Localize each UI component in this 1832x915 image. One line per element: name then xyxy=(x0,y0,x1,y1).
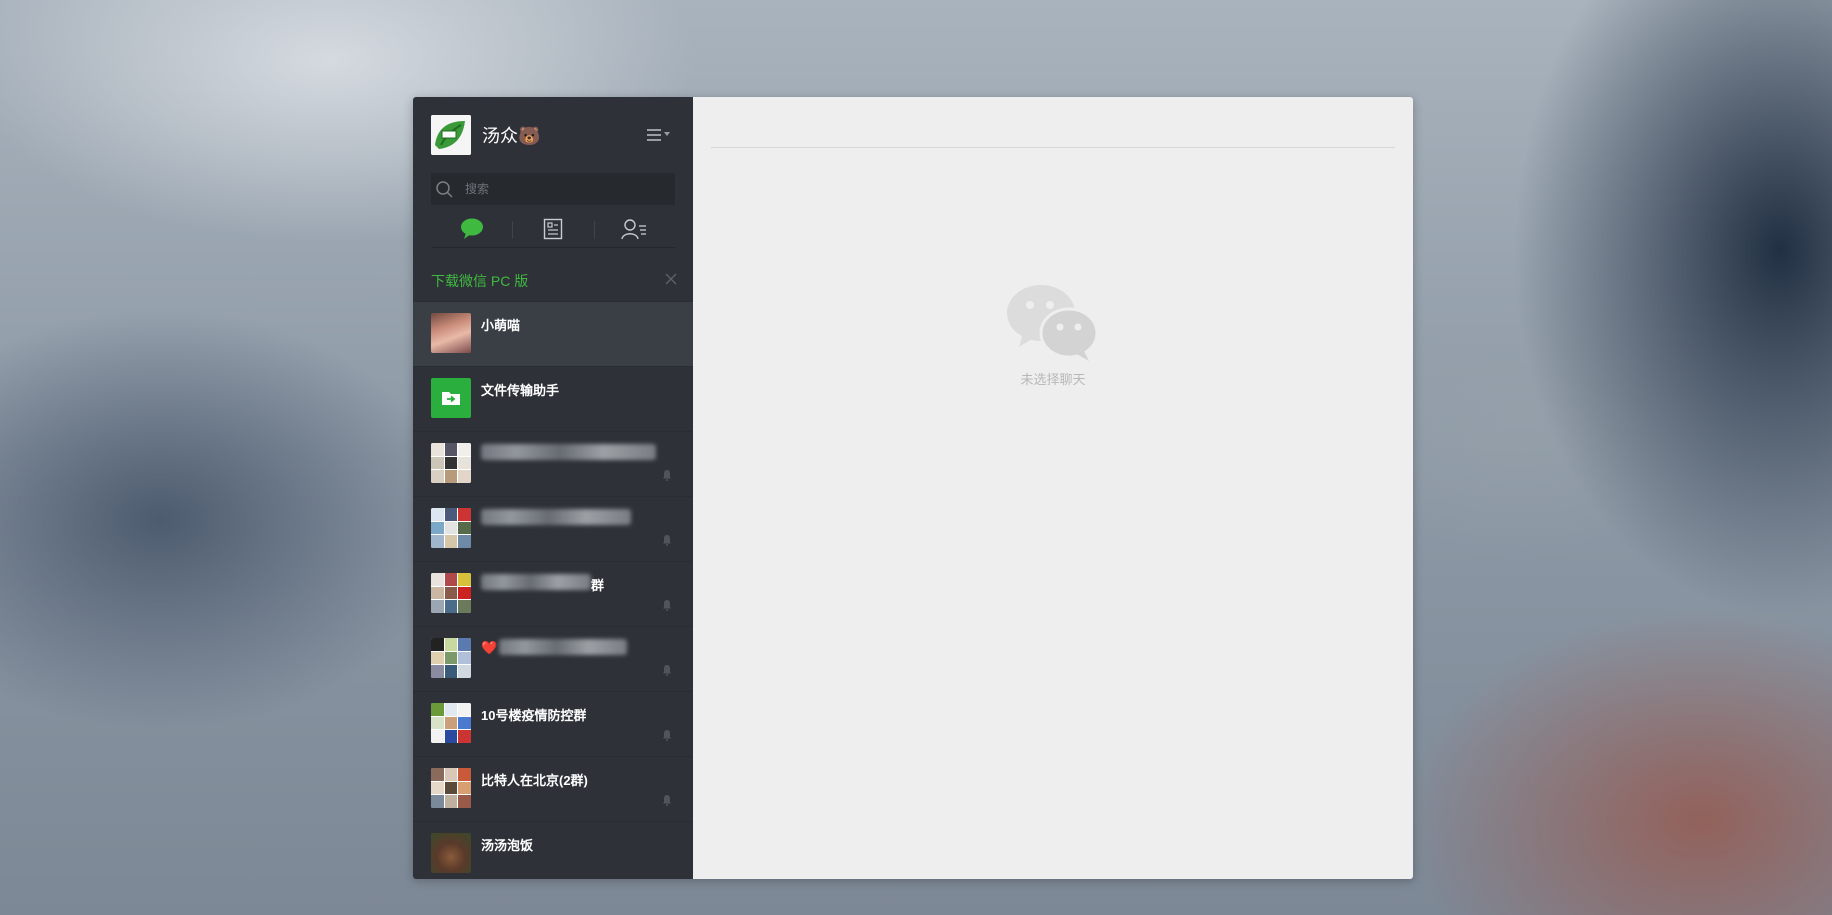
chat-name: 10号楼疫情防控群 xyxy=(481,708,587,723)
chat-name: 群 xyxy=(591,578,605,593)
download-banner: 下载微信 PC 版 xyxy=(413,255,693,302)
tab-articles[interactable] xyxy=(512,211,593,247)
contacts-icon xyxy=(621,219,647,240)
avatar xyxy=(431,508,471,548)
menu-button[interactable] xyxy=(647,125,671,145)
avatar xyxy=(431,443,471,483)
chat-name-obscured xyxy=(481,509,631,525)
mute-bell-icon xyxy=(663,600,671,611)
chat-panel: 未选择聊天 xyxy=(693,97,1413,879)
avatar xyxy=(431,703,471,743)
chat-item[interactable]: 比特人在北京(2群) xyxy=(413,757,693,822)
chat-item[interactable] xyxy=(413,497,693,562)
nav-tabs xyxy=(431,211,675,248)
empty-caption: 未选择聊天 xyxy=(1020,372,1086,387)
chat-bubble-icon xyxy=(460,218,483,239)
avatar xyxy=(431,833,471,873)
download-link[interactable]: 下载微信 PC 版 xyxy=(431,271,528,291)
mute-bell-icon xyxy=(663,730,671,741)
avatar xyxy=(431,638,471,678)
mute-bell-icon xyxy=(663,795,671,806)
chat-name: ❤️ xyxy=(481,640,498,655)
chat-item[interactable]: 汤汤泡饭 xyxy=(413,822,693,879)
profile-name: 汤众🐻 xyxy=(482,126,541,146)
chat-item[interactable]: 文件传输助手 xyxy=(413,367,693,432)
chat-name: 比特人在北京(2群) xyxy=(481,773,588,788)
avatar[interactable] xyxy=(431,115,471,155)
avatar xyxy=(431,378,471,418)
mute-bell-icon xyxy=(663,535,671,546)
profile-header: 汤众🐻 xyxy=(431,115,540,155)
sidebar: 汤众🐻 搜索 下载微信 PC 版 小萌喵 文件传输助手 群 ❤️ 10号楼疫情防… xyxy=(413,97,693,879)
mute-bell-icon xyxy=(663,470,671,481)
chat-item[interactable] xyxy=(413,432,693,497)
menu-icon-line xyxy=(647,139,661,141)
chat-item[interactable]: 群 xyxy=(413,562,693,627)
chat-name-obscured xyxy=(499,639,627,655)
chat-name-obscured xyxy=(481,444,656,460)
chevron-down-icon xyxy=(664,132,670,136)
wechat-window: 汤众🐻 搜索 下载微信 PC 版 小萌喵 文件传输助手 群 ❤️ 10号楼疫情防… xyxy=(413,97,1413,879)
tab-chat[interactable] xyxy=(431,211,512,247)
close-icon[interactable] xyxy=(665,273,677,285)
chat-name: 汤汤泡饭 xyxy=(481,838,534,853)
empty-state: 未选择聊天 xyxy=(693,283,1413,388)
mute-bell-icon xyxy=(663,665,671,676)
avatar xyxy=(431,573,471,613)
green-leaf-avatar-icon xyxy=(431,115,471,155)
chat-name: 文件传输助手 xyxy=(481,383,560,398)
avatar xyxy=(431,313,471,353)
menu-icon-line xyxy=(647,134,661,136)
chat-item[interactable]: ❤️ xyxy=(413,627,693,692)
chat-name: 小萌喵 xyxy=(481,318,521,333)
wechat-logo-icon xyxy=(1007,285,1099,361)
chat-name-obscured xyxy=(481,574,591,590)
tab-contacts[interactable] xyxy=(593,211,675,247)
avatar xyxy=(431,768,471,808)
chat-item[interactable]: 10号楼疫情防控群 xyxy=(413,692,693,757)
search-box xyxy=(431,173,675,205)
file-transfer-icon xyxy=(442,392,460,405)
menu-icon xyxy=(647,129,661,131)
chat-list: 小萌喵 文件传输助手 群 ❤️ 10号楼疫情防控群 比特人在北京(2群) 汤汤泡… xyxy=(413,302,693,879)
document-icon xyxy=(543,218,563,240)
header-divider xyxy=(711,147,1395,148)
search-icon xyxy=(436,181,453,198)
chat-item[interactable]: 小萌喵 xyxy=(413,302,693,367)
search-input[interactable] xyxy=(463,181,667,197)
